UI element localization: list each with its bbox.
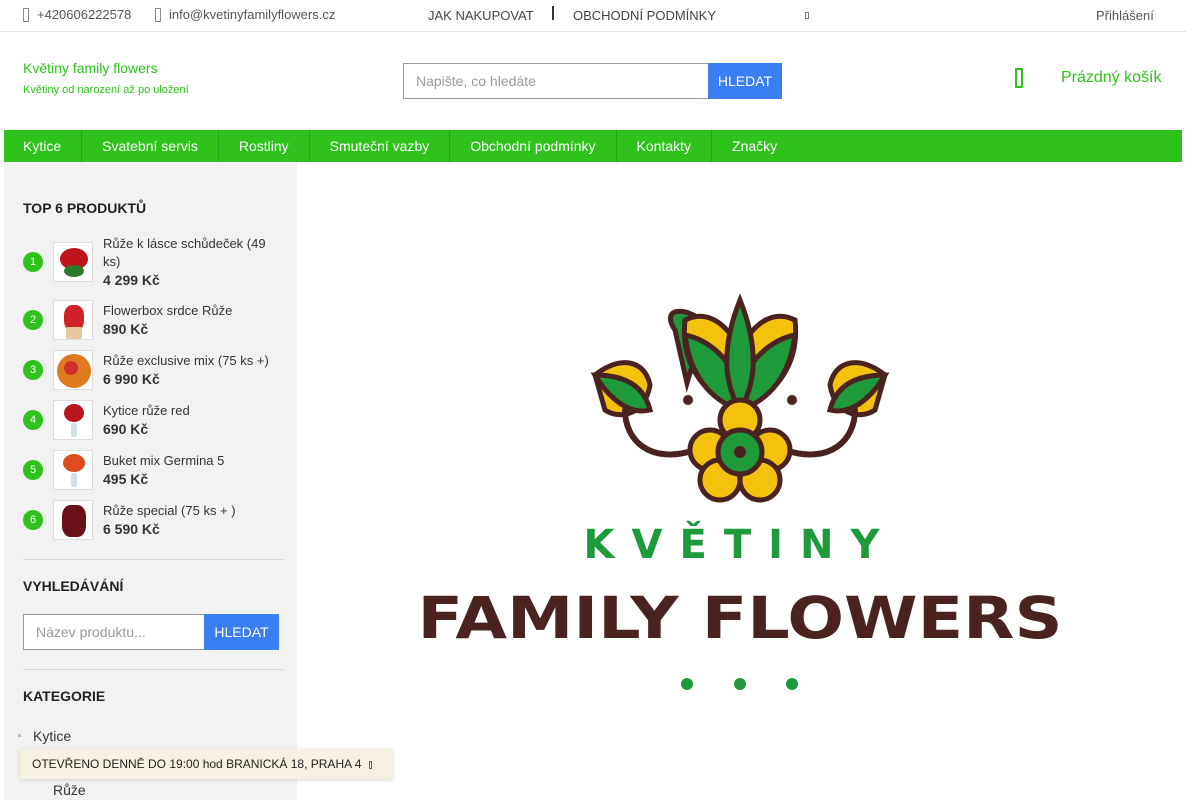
- category-section-title: KATEGORIE: [23, 688, 106, 704]
- logo-dot: [734, 678, 746, 690]
- phone-icon: [23, 7, 29, 22]
- main-nav: Kytice Svatební servis Rostliny Smuteční…: [4, 130, 1182, 162]
- login-link[interactable]: Přihlášení: [1096, 8, 1154, 23]
- cart[interactable]: Prázdný košík: [1015, 68, 1161, 88]
- rank-badge: 6: [23, 510, 43, 530]
- logo-line-1: KVĚTINY: [584, 520, 897, 568]
- product-thumbnail[interactable]: [53, 500, 93, 540]
- product-info: Růže exclusive mix (75 ks +) 6 990 Kč: [103, 352, 269, 390]
- product-info: Flowerbox srdce Růže 890 Kč: [103, 302, 232, 340]
- product-price: 495 Kč: [103, 471, 149, 487]
- how-to-buy-link[interactable]: JAK NAKUPOVAT: [428, 8, 534, 23]
- product-thumbnail[interactable]: [53, 242, 93, 282]
- rank-badge: 3: [23, 360, 43, 380]
- phone-number[interactable]: +420606222578: [37, 7, 131, 22]
- top-products-title: TOP 6 PRODUKTŮ: [23, 200, 147, 216]
- close-icon[interactable]: [369, 760, 373, 769]
- product-name[interactable]: Růže special (75 ks + ): [103, 502, 236, 520]
- flower-emblem-icon: [590, 293, 890, 503]
- top-product-3[interactable]: 3 Růže exclusive mix (75 ks +) 6 990 Kč: [23, 350, 283, 390]
- product-price: 6 990 Kč: [103, 371, 160, 387]
- logo-dot: [681, 678, 693, 690]
- brand-tagline: Květiny od narození až po uložení: [23, 84, 189, 96]
- more-icon[interactable]: [805, 12, 809, 19]
- cart-label[interactable]: Prázdný košík: [1061, 69, 1161, 87]
- product-info: Růže special (75 ks + ) 6 590 Kč: [103, 502, 236, 540]
- rank-badge: 5: [23, 460, 43, 480]
- product-info: Růže k lásce schůdeček (49 ks) 4 299 Kč: [103, 235, 283, 289]
- top-bar: +420606222578 info@kvetinyfamilyflowers.…: [0, 0, 1186, 32]
- product-info: Buket mix Germina 5 495 Kč: [103, 452, 224, 490]
- search-section-title: VYHLEDÁVÁNÍ: [23, 578, 124, 594]
- top-product-4[interactable]: 4 Kytice růže red 690 Kč: [23, 400, 283, 440]
- opening-hours-notice: OTEVŘENO DENNĚ DO 19:00 hod BRANICKÁ 18,…: [20, 749, 393, 779]
- nav-item-kytice[interactable]: Kytice: [4, 130, 83, 162]
- product-thumbnail[interactable]: [53, 450, 93, 490]
- product-name[interactable]: Flowerbox srdce Růže: [103, 302, 232, 320]
- product-price: 6 590 Kč: [103, 521, 160, 537]
- bullet-icon: [18, 734, 21, 737]
- search-button[interactable]: HLEDAT: [708, 63, 782, 99]
- email-address[interactable]: info@kvetinyfamilyflowers.cz: [169, 7, 335, 22]
- product-name[interactable]: Růže k lásce schůdeček (49 ks): [103, 235, 283, 271]
- product-thumbnail[interactable]: [53, 300, 93, 340]
- product-price: 4 299 Kč: [103, 272, 160, 288]
- nav-item-obchodni-podminky[interactable]: Obchodní podmínky: [450, 130, 617, 162]
- sidebar-divider: [23, 669, 283, 670]
- email-contact[interactable]: info@kvetinyfamilyflowers.cz: [155, 7, 335, 22]
- top-divider: [552, 6, 554, 20]
- brand-name[interactable]: Květiny family flowers: [23, 60, 189, 76]
- top-product-2[interactable]: 2 Flowerbox srdce Růže 890 Kč: [23, 300, 283, 340]
- product-price: 890 Kč: [103, 321, 149, 337]
- nav-item-svatebni-servis[interactable]: Svatební servis: [82, 130, 219, 162]
- rank-badge: 1: [23, 252, 43, 272]
- brand-logo: KVĚTINY FAMILY FLOWERS: [418, 293, 1063, 690]
- product-name[interactable]: Růže exclusive mix (75 ks +): [103, 352, 269, 370]
- sidebar: TOP 6 PRODUKTŮ 1 Růže k lásce schůdeček …: [4, 162, 297, 800]
- product-name[interactable]: Kytice růže red: [103, 402, 190, 420]
- search-input[interactable]: [403, 63, 708, 99]
- phone-contact[interactable]: +420606222578: [23, 7, 131, 22]
- product-thumbnail[interactable]: [53, 400, 93, 440]
- top-product-1[interactable]: 1 Růže k lásce schůdeček (49 ks) 4 299 K…: [23, 235, 283, 289]
- product-search-input[interactable]: [23, 614, 204, 650]
- product-price: 690 Kč: [103, 421, 149, 437]
- terms-link[interactable]: OBCHODNÍ PODMÍNKY: [573, 8, 716, 23]
- nav-item-rostliny[interactable]: Rostliny: [219, 130, 310, 162]
- nav-item-znacky[interactable]: Značky: [712, 130, 797, 162]
- top-product-6[interactable]: 6 Růže special (75 ks + ) 6 590 Kč: [23, 500, 283, 540]
- nav-item-smutecni-vazby[interactable]: Smuteční vazby: [310, 130, 451, 162]
- product-thumbnail[interactable]: [53, 350, 93, 390]
- logo-dot: [786, 678, 798, 690]
- rank-badge: 4: [23, 410, 43, 430]
- header-search: HLEDAT: [403, 63, 782, 99]
- notice-text: OTEVŘENO DENNĚ DO 19:00 hod BRANICKÁ 18,…: [32, 757, 362, 771]
- brand[interactable]: Květiny family flowers Květiny od naroze…: [23, 60, 189, 96]
- rank-badge: 2: [23, 310, 43, 330]
- logo-line-2: FAMILY FLOWERS: [418, 584, 1063, 652]
- sidebar-search: HLEDAT: [23, 614, 279, 650]
- category-item-ruze[interactable]: Růže: [53, 782, 86, 798]
- cart-icon[interactable]: [1015, 68, 1023, 88]
- nav-item-kontakty[interactable]: Kontakty: [617, 130, 713, 162]
- product-name[interactable]: Buket mix Germina 5: [103, 452, 224, 470]
- email-icon: [155, 7, 161, 22]
- product-info: Kytice růže red 690 Kč: [103, 402, 190, 440]
- category-item-kytice[interactable]: Kytice: [33, 728, 71, 744]
- product-search-button[interactable]: HLEDAT: [204, 614, 279, 650]
- sidebar-divider: [23, 559, 283, 560]
- top-product-5[interactable]: 5 Buket mix Germina 5 495 Kč: [23, 450, 283, 490]
